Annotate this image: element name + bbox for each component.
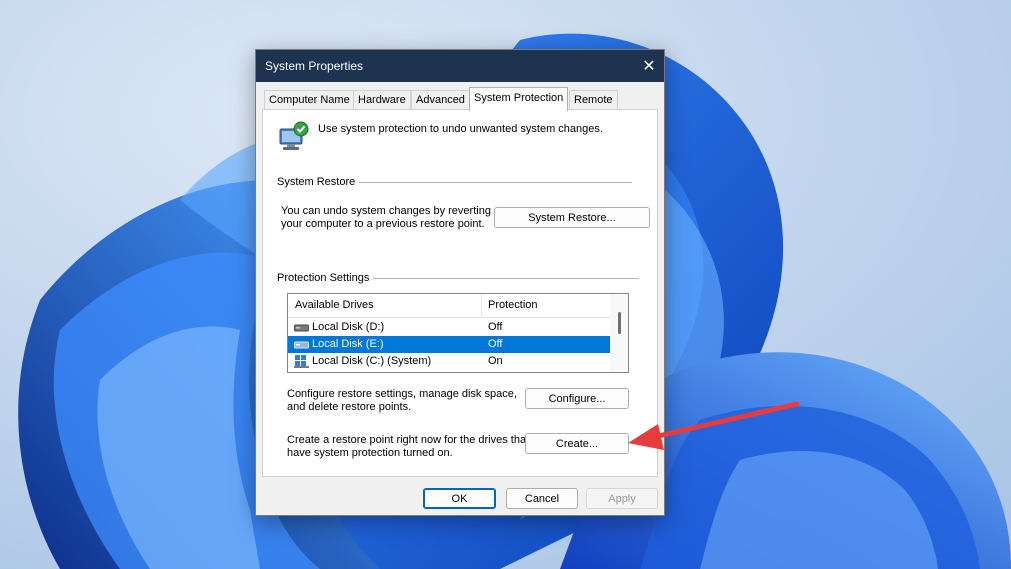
system-properties-dialog: System Properties ✕ Computer Name Hardwa… [255,49,665,516]
drive-row[interactable]: Local Disk (D:) Off [288,319,610,336]
system-restore-group-label: System Restore [277,176,360,188]
configure-description: Configure restore settings, manage disk … [287,388,517,400]
button-label: Cancel [524,492,560,505]
tab-advanced[interactable]: Advanced [411,90,470,110]
drive-name: Local Disk (E:) [312,338,384,350]
drive-icon [294,324,309,332]
ok-button[interactable]: OK [423,488,496,509]
drive-protection: On [488,355,503,367]
button-label: System Restore... [528,211,616,224]
tab-label: Computer Name [269,94,350,106]
create-description: have system protection turned on. [287,447,453,459]
system-protection-panel: Use system protection to undo unwanted s… [262,109,658,477]
available-drives-list[interactable]: Available Drives Protection Local Disk (… [287,293,629,373]
system-restore-description: You can undo system changes by reverting [281,205,491,217]
drive-protection: Off [488,321,503,333]
tab-system-protection[interactable]: System Protection [469,87,569,111]
protection-settings-group-label: Protection Settings [277,272,374,284]
tab-hardware[interactable]: Hardware [353,90,411,110]
system-protection-icon [279,121,309,150]
column-header-protection[interactable]: Protection [488,299,538,311]
configure-button[interactable]: Configure... [525,388,629,409]
apply-button: Apply [586,488,658,509]
list-scrollbar[interactable] [610,294,628,372]
tab-label: System Protection [474,92,564,104]
dialog-titlebar[interactable]: System Properties ✕ [256,50,664,82]
tab-computer-name[interactable]: Computer Name [264,90,355,110]
system-drive-icon [294,355,309,368]
cancel-button[interactable]: Cancel [506,488,578,509]
tab-label: Advanced [416,94,465,106]
list-header: Available Drives Protection [288,294,610,318]
tab-remote[interactable]: Remote [569,90,618,110]
system-restore-description: your computer to a previous restore poin… [281,218,485,230]
button-label: Configure... [548,392,606,405]
drive-protection: Off [488,338,503,350]
drive-icon [294,341,309,349]
button-label: Apply [608,492,636,505]
button-label: Create... [555,437,599,450]
system-restore-button[interactable]: System Restore... [494,207,650,228]
intro-text: Use system protection to undo unwanted s… [318,123,603,135]
button-label: OK [451,492,468,505]
drive-name: Local Disk (D:) [312,321,385,333]
drive-row-selected[interactable]: Local Disk (E:) Off [288,336,610,353]
column-header-drives[interactable]: Available Drives [295,299,374,311]
close-icon[interactable]: ✕ [634,50,664,82]
configure-description: and delete restore points. [287,401,412,413]
create-button[interactable]: Create... [525,433,629,454]
scrollbar-thumb[interactable] [618,312,621,334]
column-divider [481,294,482,318]
tab-label: Hardware [358,94,406,106]
create-description: Create a restore point right now for the… [287,434,530,446]
drive-name: Local Disk (C:) (System) [312,355,432,367]
dialog-title: System Properties [265,59,364,73]
drive-row[interactable]: Local Disk (C:) (System) On [288,353,610,370]
tab-label: Remote [574,94,613,106]
